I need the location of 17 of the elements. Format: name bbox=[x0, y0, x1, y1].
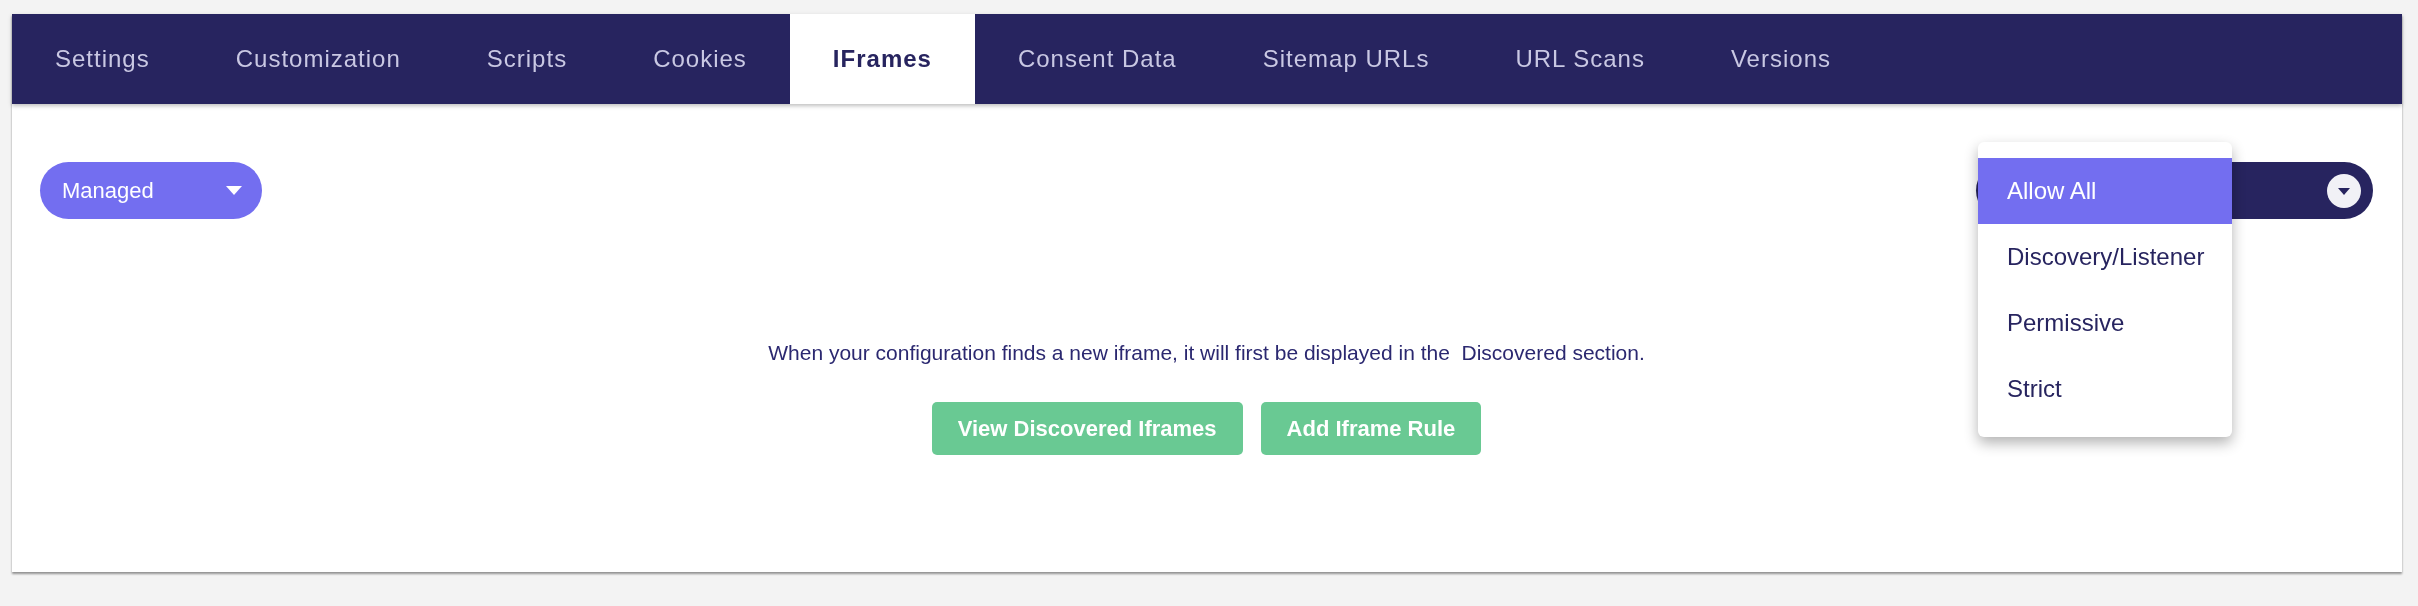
menu-option[interactable]: Allow All bbox=[1978, 158, 2232, 224]
tab[interactable]: IFrames bbox=[789, 14, 975, 104]
caret-icon bbox=[226, 186, 242, 195]
menu-option[interactable]: Permissive bbox=[1978, 290, 2232, 356]
empty-state-message: When your configuration finds a new iframe, it will first be displayed in the Discovered section. bbox=[767, 340, 1646, 366]
tab[interactable]: Scripts bbox=[443, 14, 611, 104]
tab[interactable]: Customization bbox=[192, 14, 444, 104]
menu-option[interactable]: Strict bbox=[1978, 356, 2232, 422]
tab[interactable]: Sitemap URLs bbox=[1219, 14, 1473, 104]
tab[interactable]: Versions bbox=[1687, 14, 1874, 104]
mode-select[interactable]: Managed bbox=[40, 162, 262, 219]
tab[interactable]: Cookies bbox=[610, 14, 790, 104]
tab[interactable]: Settings bbox=[12, 14, 193, 104]
tab[interactable]: URL Scans bbox=[1472, 14, 1688, 104]
tab[interactable]: Consent Data bbox=[974, 14, 1220, 104]
caret-circle-icon bbox=[2327, 173, 2361, 208]
menu-option[interactable]: Discovery/Listener bbox=[1978, 224, 2232, 290]
